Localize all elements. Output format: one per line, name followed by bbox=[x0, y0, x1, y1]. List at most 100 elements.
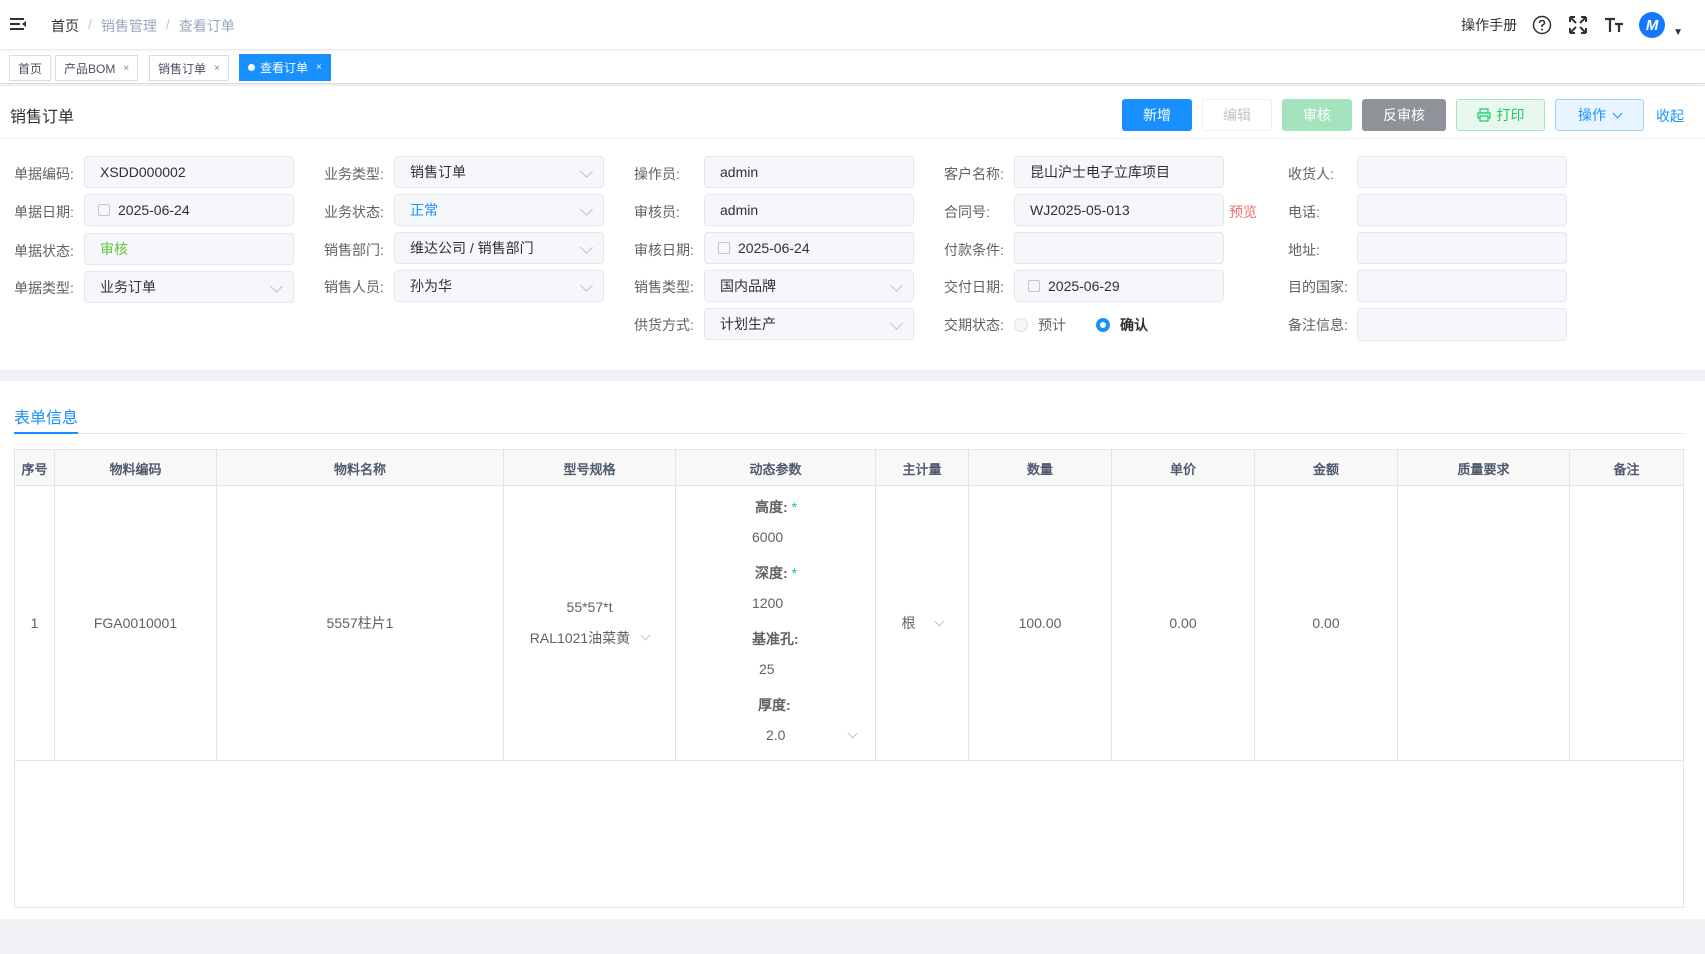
chevron-down-icon bbox=[580, 241, 593, 254]
close-icon[interactable]: × bbox=[214, 63, 220, 74]
biz-status-select[interactable]: 正常 bbox=[394, 194, 604, 226]
param-depth-value[interactable]: 1200 bbox=[752, 595, 783, 611]
color-select[interactable]: RAL1021油菜黄 bbox=[530, 628, 651, 648]
tag-product-bom[interactable]: 产品BOM × bbox=[55, 55, 139, 81]
sales-person-label: 销售人员: bbox=[324, 279, 384, 295]
table-cell-unit[interactable]: 根 bbox=[876, 486, 969, 761]
phone-field[interactable] bbox=[1357, 194, 1567, 226]
order-detail-card: 表单信息 序号 物料编码 物料名称 型号规格 动态参数 主计量 数量 单价 金额… bbox=[0, 381, 1705, 919]
remark-textarea[interactable] bbox=[1357, 308, 1567, 341]
print-button[interactable]: 打印 bbox=[1456, 99, 1545, 131]
doc-type-label: 单据类型: bbox=[14, 280, 74, 296]
table-cell-amount: 0.00 bbox=[1255, 486, 1398, 761]
payment-terms-field[interactable] bbox=[1014, 232, 1224, 264]
param-height-value[interactable]: 6000 bbox=[752, 529, 783, 545]
manual-link[interactable]: 操作手册 bbox=[1461, 15, 1517, 35]
dest-country-field[interactable] bbox=[1357, 270, 1567, 302]
order-header-card: 销售订单 新增 编辑 审核 反审核 打印 操作 收起 单据编码: XSDD000… bbox=[0, 86, 1705, 370]
param-thickness-label: 厚度: bbox=[758, 697, 791, 713]
sales-dept-select[interactable]: 维达公司 / 销售部门 bbox=[394, 232, 604, 264]
user-avatar[interactable]: M bbox=[1639, 12, 1666, 38]
sales-type-select[interactable]: 国内品牌 bbox=[704, 270, 914, 302]
chevron-down-icon bbox=[580, 203, 593, 216]
fullscreen-icon[interactable] bbox=[1567, 14, 1589, 36]
chevron-down-icon bbox=[580, 165, 593, 178]
audit-date-field[interactable]: 2025-06-24 bbox=[704, 232, 914, 264]
doc-status-label: 单据状态: bbox=[14, 243, 74, 259]
contract-no-field[interactable]: WJ2025-05-013 bbox=[1014, 194, 1224, 226]
radio-circle-checked bbox=[1096, 318, 1110, 332]
dest-country-label: 目的国家: bbox=[1288, 279, 1348, 295]
customer-label: 客户名称: bbox=[944, 166, 1004, 182]
close-icon[interactable]: × bbox=[316, 62, 322, 73]
calendar-icon bbox=[718, 242, 730, 254]
navbar-right: 操作手册 M ▼ bbox=[1461, 12, 1683, 38]
chevron-down-icon bbox=[270, 280, 283, 293]
delivery-date-field[interactable]: 2025-06-29 bbox=[1014, 270, 1224, 302]
biz-type-label: 业务类型: bbox=[324, 166, 384, 182]
receiver-label: 收货人: bbox=[1288, 166, 1334, 182]
chevron-down-icon bbox=[890, 279, 903, 292]
breadcrumb-home[interactable]: 首页 bbox=[51, 16, 79, 36]
doc-type-select[interactable]: 业务订单 bbox=[84, 271, 294, 303]
param-base-hole-value[interactable]: 25 bbox=[759, 661, 775, 677]
receiver-field[interactable] bbox=[1357, 156, 1567, 188]
edit-button[interactable]: 编辑 bbox=[1202, 99, 1272, 131]
doc-date-field[interactable]: 2025-06-24 bbox=[84, 194, 294, 226]
table-header: 序号 物料编码 物料名称 型号规格 动态参数 主计量 数量 单价 金额 质量要求… bbox=[15, 450, 1683, 486]
address-field[interactable] bbox=[1357, 232, 1567, 264]
table-cell-price: 0.00 bbox=[1112, 486, 1255, 761]
tab-active-indicator bbox=[14, 432, 78, 434]
radio-estimated[interactable]: 预计 bbox=[1014, 315, 1066, 335]
help-icon[interactable] bbox=[1531, 14, 1553, 36]
sales-person-select[interactable]: 孙为华 bbox=[394, 270, 604, 302]
contract-preview-link[interactable]: 预览 bbox=[1229, 202, 1257, 222]
col-spec: 型号规格 bbox=[504, 450, 676, 486]
contract-no-label: 合同号: bbox=[944, 204, 990, 220]
radio-confirmed[interactable]: 确认 bbox=[1096, 315, 1148, 335]
phone-label: 电话: bbox=[1288, 204, 1320, 220]
auditor-label: 审核员: bbox=[634, 204, 680, 220]
customer-field[interactable]: 昆山沪士电子立库项目 bbox=[1014, 156, 1224, 188]
add-button[interactable]: 新增 bbox=[1122, 99, 1192, 131]
unaudit-button[interactable]: 反审核 bbox=[1362, 99, 1446, 131]
doc-no-field[interactable]: XSDD000002 bbox=[84, 156, 294, 188]
tag-sales-order[interactable]: 销售订单 × bbox=[149, 55, 229, 81]
close-icon[interactable]: × bbox=[123, 63, 129, 74]
top-navbar: 首页 / 销售管理 / 查看订单 操作手册 M ▼ bbox=[0, 0, 1705, 50]
breadcrumb-sales[interactable]: 销售管理 bbox=[101, 16, 157, 36]
table-cell-spec: 55*57*t RAL1021油菜黄 bbox=[504, 486, 676, 761]
user-dropdown-caret-icon[interactable]: ▼ bbox=[1673, 27, 1683, 38]
audit-button[interactable]: 审核 bbox=[1282, 99, 1352, 131]
remark-label: 备注信息: bbox=[1288, 317, 1348, 333]
col-unit: 主计量 bbox=[876, 450, 969, 486]
table-cell-code: FGA0010001 bbox=[55, 486, 217, 761]
doc-status-field[interactable]: 审核 bbox=[84, 233, 294, 265]
doc-no-label: 单据编码: bbox=[14, 166, 74, 182]
operator-field[interactable]: admin bbox=[704, 156, 914, 188]
required-mark: * bbox=[791, 499, 798, 515]
chevron-down-icon bbox=[580, 279, 593, 292]
supply-mode-select[interactable]: 计划生产 bbox=[704, 308, 914, 340]
param-thickness-select[interactable]: 2.0 bbox=[766, 727, 858, 743]
tag-view-order[interactable]: 查看订单 × bbox=[239, 54, 331, 81]
biz-type-select[interactable]: 销售订单 bbox=[394, 156, 604, 188]
font-size-icon[interactable] bbox=[1603, 14, 1625, 36]
chevron-down-icon bbox=[934, 616, 944, 626]
tab-form-info[interactable]: 表单信息 bbox=[14, 404, 78, 428]
tag-home[interactable]: 首页 bbox=[9, 55, 52, 81]
col-note: 备注 bbox=[1613, 461, 1640, 477]
calendar-icon bbox=[1028, 280, 1040, 292]
delivery-status-label: 交期状态: bbox=[944, 317, 1004, 333]
hamburger-menu-icon[interactable] bbox=[9, 15, 27, 33]
address-label: 地址: bbox=[1288, 242, 1320, 258]
param-base-hole-label: 基准孔: bbox=[752, 631, 799, 647]
operate-dropdown-button[interactable]: 操作 bbox=[1555, 99, 1644, 131]
table-cell-qty: 100.00 bbox=[969, 486, 1112, 761]
payment-terms-label: 付款条件: bbox=[944, 242, 1004, 258]
biz-status-label: 业务状态: bbox=[324, 204, 384, 220]
col-code: 物料编码 bbox=[55, 450, 217, 486]
collapse-link[interactable]: 收起 bbox=[1656, 106, 1684, 126]
auditor-field[interactable]: admin bbox=[704, 194, 914, 226]
sales-type-label: 销售类型: bbox=[634, 279, 694, 295]
